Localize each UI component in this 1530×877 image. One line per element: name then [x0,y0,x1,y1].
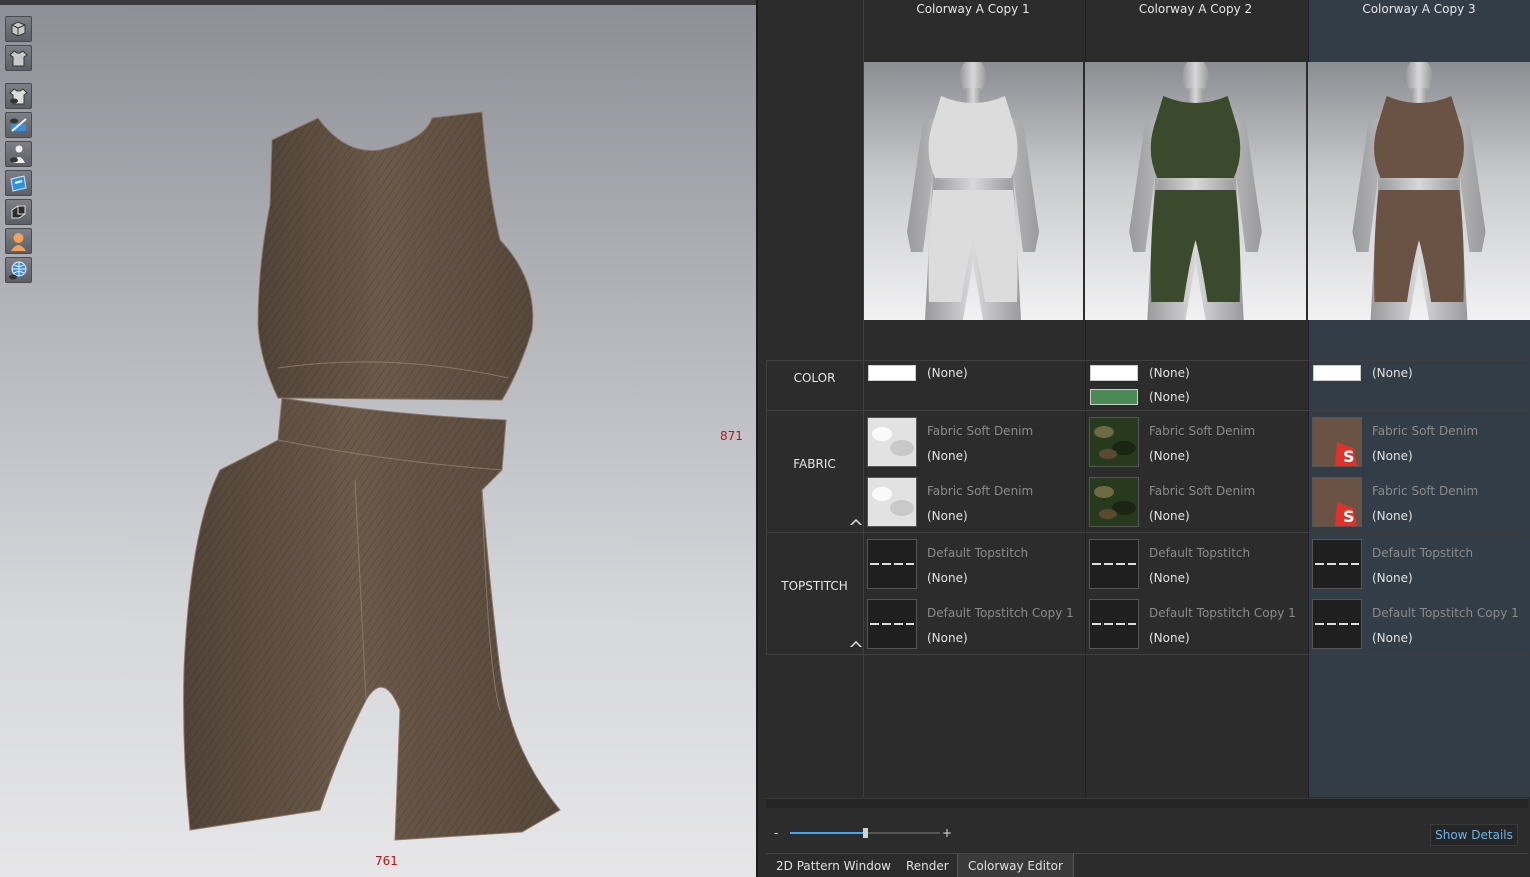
topstitch-thumbnail[interactable] [1089,539,1139,589]
garment-icon[interactable] [5,45,32,71]
zoom-slider-fill [790,832,865,834]
section-label-color: COLOR [793,371,836,385]
edit-pattern-icon[interactable] [5,112,32,138]
fabric-thumbnail[interactable] [1089,417,1139,467]
globe-icon[interactable] [5,257,32,283]
zoom-slider-handle[interactable] [863,828,868,838]
color-value: (None) [1372,366,1413,380]
topstitch-name: Default Topstitch [927,546,1029,560]
color-swatch[interactable] [868,365,916,381]
section-divider [766,360,1528,361]
topstitch-value: (None) [927,571,968,585]
topstitch-thumbnail[interactable] [1312,539,1362,589]
collapse-fabric-icon[interactable] [850,519,862,525]
tab-2d-pattern-window[interactable]: 2D Pattern Window [766,854,901,877]
topstitch-name: Default Topstitch Copy 1 [1372,606,1519,620]
texture-icon[interactable] [5,170,32,196]
dimension-label-right: 871 [720,429,743,443]
fabric-thumbnail[interactable] [1089,477,1139,527]
section-divider [766,654,1528,655]
topstitch-name: Default Topstitch Copy 1 [927,606,1074,620]
color-value: (None) [1149,366,1190,380]
horizontal-scrollbar[interactable] [766,798,1528,808]
topstitch-value: (None) [1372,631,1413,645]
topstitch-name: Default Topstitch [1149,546,1251,560]
zoom-slider-row: - + Show Details [766,820,1528,848]
viewport-top-bar [0,0,756,5]
zoom-out-button[interactable]: - [774,826,778,840]
topstitch-value: (None) [1149,571,1190,585]
fabric-name: Fabric Soft Denim [1372,424,1479,438]
section-divider [766,532,1528,533]
topstitch-value: (None) [1149,631,1190,645]
colorway-preview-image[interactable] [1308,62,1530,320]
section-label-topstitch: TOPSTITCH [781,579,848,593]
3d-viewport[interactable]: 871 761 [0,0,756,877]
colorway-preview-image[interactable] [863,62,1083,320]
fabric-value: (None) [927,449,968,463]
topstitch-thumbnail[interactable] [1312,599,1362,649]
garment-3d-model[interactable] [170,110,570,850]
surface-icon[interactable] [5,199,32,225]
topstitch-name: Default Topstitch Copy 1 [1149,606,1296,620]
topstitch-thumbnail[interactable] [1089,599,1139,649]
fabric-name: Fabric Soft Denim [1149,424,1256,438]
section-left-border [766,360,767,655]
colorway-title[interactable]: Colorway A Copy 3 [1308,0,1530,20]
colorway-title[interactable]: Colorway A Copy 2 [1085,0,1306,20]
collapse-topstitch-icon[interactable] [850,641,862,647]
avatar-visibility-icon[interactable] [5,141,32,167]
bottom-tab-bar: 2D Pattern Window Render Colorway Editor [766,853,1528,877]
color-swatch[interactable] [1090,389,1138,405]
tab-render[interactable]: Render [896,854,959,877]
fabric-name: Fabric Soft Denim [927,484,1034,498]
colorway-title[interactable]: Colorway A Copy 1 [863,0,1083,20]
tab-colorway-editor[interactable]: Colorway Editor [957,854,1074,877]
color-value: (None) [927,366,968,380]
avatar-skin-icon[interactable] [5,228,32,254]
section-column-border [863,0,864,797]
fabric-name: Fabric Soft Denim [927,424,1034,438]
zoom-in-button[interactable]: + [942,826,952,840]
render-cube-icon[interactable] [5,16,32,42]
topstitch-name: Default Topstitch [1372,546,1474,560]
fabric-thumbnail[interactable]: S [1312,477,1362,527]
fabric-thumbnail[interactable] [867,417,917,467]
topstitch-thumbnail[interactable] [867,539,917,589]
fabric-name: Fabric Soft Denim [1372,484,1479,498]
show-details-button[interactable]: Show Details [1430,824,1518,846]
fabric-name: Fabric Soft Denim [1149,484,1256,498]
fabric-value: (None) [1372,509,1413,523]
fabric-thumbnail[interactable]: S [1312,417,1362,467]
color-swatch[interactable] [1313,365,1361,381]
colorway-editor-panel: Colorway A Copy 1 (None) Fabric Soft Deni… [756,0,1530,877]
dimension-label-bottom: 761 [375,854,398,868]
svg-text:S: S [1343,447,1355,466]
zoom-slider[interactable] [790,828,940,838]
fabric-value: (None) [1149,509,1190,523]
colorway-preview-image[interactable] [1085,62,1306,320]
fabric-value: (None) [1149,449,1190,463]
color-swatch[interactable] [1090,365,1138,381]
show-avatar-icon[interactable] [5,83,32,109]
color-value: (None) [1149,390,1190,404]
section-divider [766,410,1528,411]
svg-text:S: S [1343,507,1355,526]
fabric-value: (None) [927,509,968,523]
fabric-thumbnail[interactable] [867,477,917,527]
section-label-fabric: FABRIC [793,457,836,471]
topstitch-thumbnail[interactable] [867,599,917,649]
fabric-value: (None) [1372,449,1413,463]
topstitch-value: (None) [1372,571,1413,585]
topstitch-value: (None) [927,631,968,645]
